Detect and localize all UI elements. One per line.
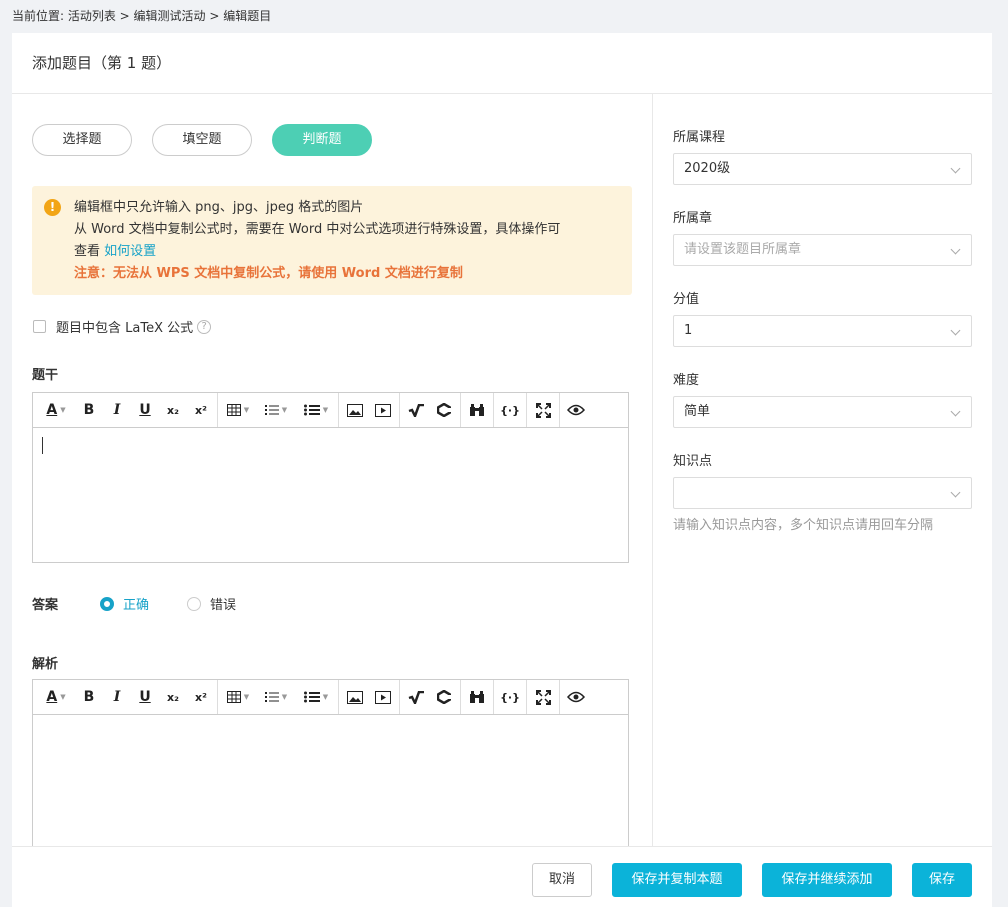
fullscreen-icon[interactable] — [529, 396, 557, 424]
latex-label: 题目中包含 LaTeX 公式 — [56, 321, 194, 336]
font-color-icon[interactable]: A ▼ — [37, 683, 75, 711]
analysis-editor: A ▼ B I U x₂ x² ▼ ▼ ▼ {·} — [32, 679, 629, 846]
latex-option: 题目中包含 LaTeX 公式 ? — [33, 317, 212, 336]
notice-line-3-prefix: 查看 — [74, 244, 101, 259]
course-select[interactable]: 2020级 — [673, 153, 972, 185]
answer-label: 答案 — [32, 598, 59, 613]
answer-row: 答案 正确 错误 — [32, 594, 274, 613]
analysis-toolbar: A ▼ B I U x₂ x² ▼ ▼ ▼ {·} — [33, 680, 628, 715]
stem-label: 题干 — [32, 368, 59, 383]
preview-eye-icon[interactable] — [562, 396, 590, 424]
help-icon[interactable]: ? — [197, 319, 212, 334]
formula-icon[interactable]: {·} — [496, 396, 524, 424]
underline-icon[interactable]: U — [131, 396, 159, 424]
save-and-copy-button[interactable]: 保存并复制本题 — [612, 863, 742, 897]
ordered-list-icon[interactable]: ▼ — [256, 396, 296, 424]
radio-false[interactable] — [187, 596, 202, 611]
italic-icon[interactable]: I — [103, 396, 131, 424]
subscript-icon[interactable]: x₂ — [159, 683, 187, 711]
video-icon[interactable] — [369, 396, 397, 424]
latex-checkbox[interactable] — [33, 320, 46, 333]
score-value: 1 — [684, 323, 693, 338]
question-editor-area: 选择题 填空题 判断题 ! 编辑框中只允许输入 png、jpg、jpeg 格式的… — [12, 94, 652, 846]
chapter-select[interactable]: 请设置该题目所属章 — [673, 234, 972, 266]
bold-icon[interactable]: B — [75, 396, 103, 424]
sqrt-icon[interactable] — [402, 396, 430, 424]
bold-icon[interactable]: B — [75, 683, 103, 711]
tab-choice[interactable]: 选择题 — [32, 124, 132, 156]
notice-box: ! 编辑框中只允许输入 png、jpg、jpeg 格式的图片 从 Word 文档… — [32, 186, 632, 295]
tab-fill-blank[interactable]: 填空题 — [152, 124, 252, 156]
superscript-icon[interactable]: x² — [187, 683, 215, 711]
binoculars-icon[interactable] — [463, 396, 491, 424]
chevron-down-icon — [950, 487, 961, 498]
chapter-label: 所属章 — [673, 211, 713, 226]
answer-option-false-label: 错误 — [210, 598, 237, 613]
italic-icon[interactable]: I — [103, 683, 131, 711]
unordered-list-icon[interactable]: ▼ — [296, 683, 336, 711]
save-and-continue-button[interactable]: 保存并继续添加 — [762, 863, 892, 897]
analysis-label: 解析 — [32, 657, 59, 672]
how-to-setup-link[interactable]: 如何设置 — [104, 244, 156, 259]
chevron-down-icon — [950, 406, 961, 417]
radio-true[interactable] — [100, 596, 114, 611]
save-button[interactable]: 保存 — [912, 863, 972, 897]
analysis-text-area[interactable] — [33, 715, 628, 846]
chevron-down-icon — [950, 325, 961, 336]
difficulty-value: 简单 — [684, 404, 711, 419]
subscript-icon[interactable]: x₂ — [159, 396, 187, 424]
font-color-icon[interactable]: A ▼ — [37, 396, 75, 424]
notice-line-3: 查看 如何设置 — [74, 241, 620, 263]
table-icon[interactable]: ▼ — [220, 396, 256, 424]
chapter-placeholder: 请设置该题目所属章 — [684, 242, 802, 257]
cancel-button[interactable]: 取消 — [532, 863, 592, 897]
difficulty-label: 难度 — [673, 373, 700, 388]
answer-option-true-label: 正确 — [123, 598, 150, 613]
answer-option-true[interactable]: 正确 — [100, 594, 149, 613]
difficulty-select[interactable]: 简单 — [673, 396, 972, 428]
breadcrumb: 当前位置: 活动列表 > 编辑测试活动 > 编辑题目 — [12, 9, 272, 23]
knowledge-label: 知识点 — [673, 454, 713, 469]
question-settings-sidebar: 所属课程 2020级 所属章 请设置该题目所属章 分值 1 难度 简单 知识点 … — [652, 94, 992, 846]
notice-warning: 注意：无法从 WPS 文档中复制公式，请使用 Word 文档进行复制 — [74, 266, 463, 281]
chevron-down-icon — [950, 163, 961, 174]
image-icon[interactable] — [341, 683, 369, 711]
notice-line-1: 编辑框中只允许输入 png、jpg、jpeg 格式的图片 — [74, 200, 364, 215]
stem-editor: A ▼ B I U x₂ x² ▼ ▼ ▼ {·} — [32, 392, 629, 563]
score-label: 分值 — [673, 292, 700, 307]
answer-option-false[interactable]: 错误 — [187, 594, 236, 613]
video-icon[interactable] — [369, 683, 397, 711]
warning-icon: ! — [44, 199, 61, 216]
unordered-list-icon[interactable]: ▼ — [296, 396, 336, 424]
chemistry-icon[interactable] — [430, 683, 458, 711]
sqrt-icon[interactable] — [402, 683, 430, 711]
preview-eye-icon[interactable] — [562, 683, 590, 711]
formula-icon[interactable]: {·} — [496, 683, 524, 711]
table-icon[interactable]: ▼ — [220, 683, 256, 711]
page-title: 添加题目（第 1 题） — [12, 33, 992, 94]
footer-actions: 取消 保存并复制本题 保存并继续添加 保存 — [12, 846, 992, 907]
underline-icon[interactable]: U — [131, 683, 159, 711]
superscript-icon[interactable]: x² — [187, 396, 215, 424]
fullscreen-icon[interactable] — [529, 683, 557, 711]
knowledge-hint: 请输入知识点内容，多个知识点请用回车分隔 — [673, 518, 934, 533]
chemistry-icon[interactable] — [430, 396, 458, 424]
image-icon[interactable] — [341, 396, 369, 424]
knowledge-input[interactable] — [673, 477, 972, 509]
course-value: 2020级 — [684, 161, 731, 176]
course-label: 所属课程 — [673, 130, 726, 145]
ordered-list-icon[interactable]: ▼ — [256, 683, 296, 711]
stem-toolbar: A ▼ B I U x₂ x² ▼ ▼ ▼ {·} — [33, 393, 628, 428]
tab-true-false[interactable]: 判断题 — [272, 124, 372, 156]
text-cursor — [42, 437, 43, 454]
edit-panel: 添加题目（第 1 题） 选择题 填空题 判断题 ! 编辑框中只允许输入 png、… — [12, 33, 992, 907]
chevron-down-icon — [950, 244, 961, 255]
stem-text-area[interactable] — [33, 428, 628, 562]
binoculars-icon[interactable] — [463, 683, 491, 711]
notice-line-2: 从 Word 文档中复制公式时，需要在 Word 中对公式选项进行特殊设置，具体… — [74, 222, 561, 237]
score-select[interactable]: 1 — [673, 315, 972, 347]
